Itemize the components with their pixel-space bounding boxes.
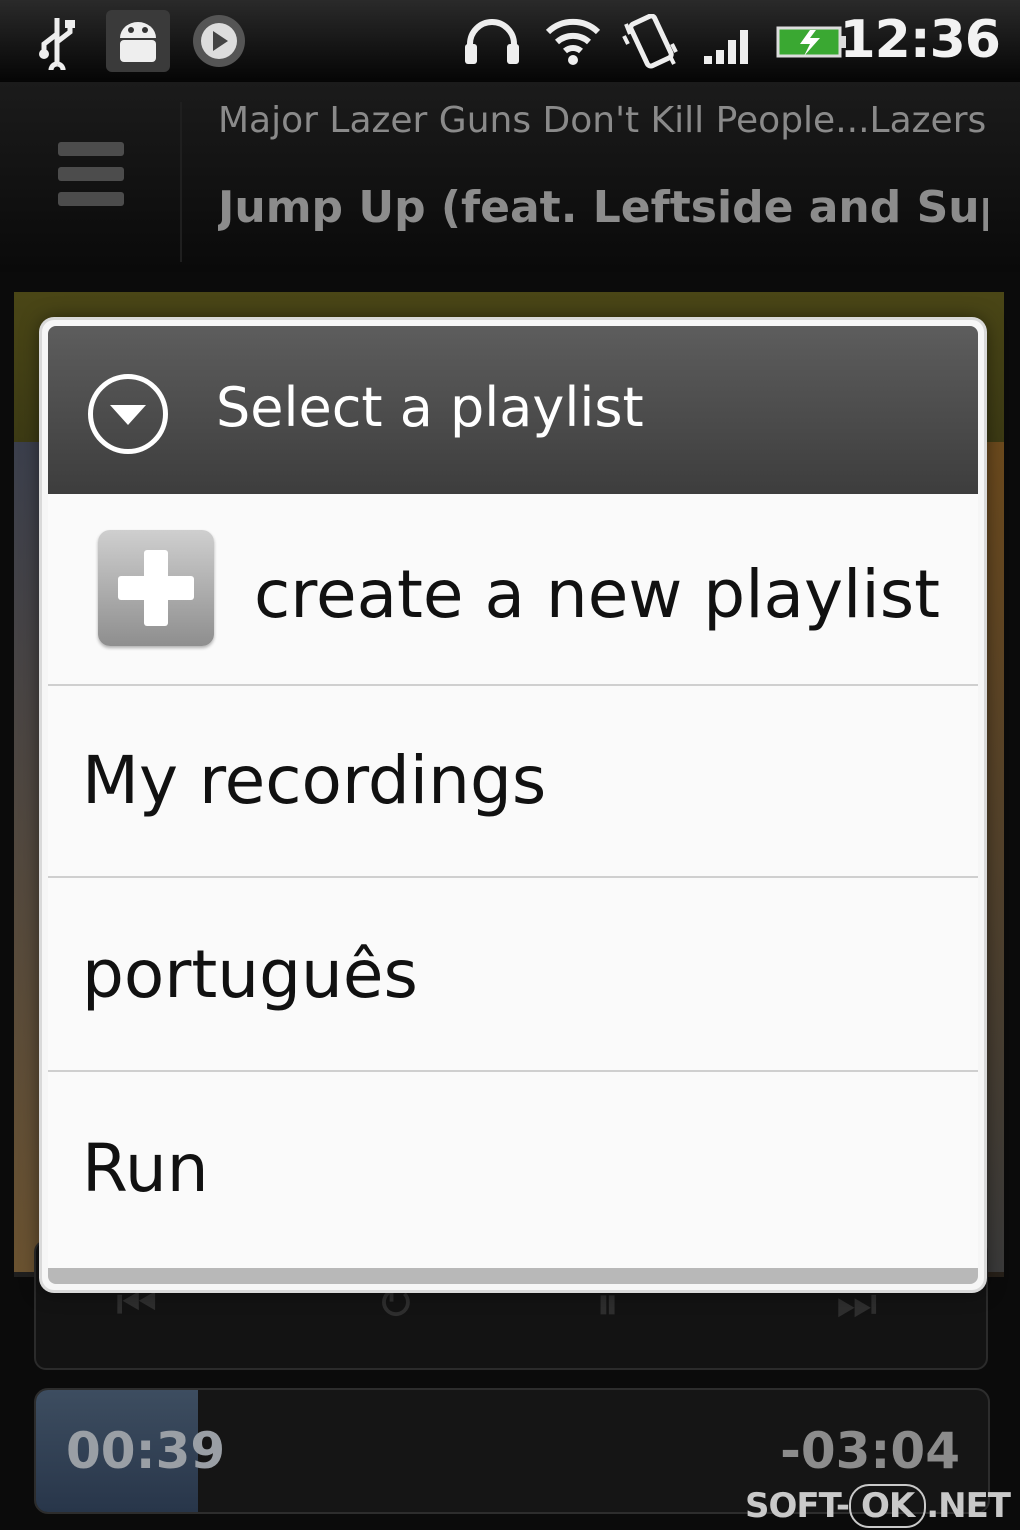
time-remaining: -03:04 bbox=[780, 1422, 960, 1480]
signal-icon bbox=[704, 30, 748, 64]
playlist-item[interactable]: português bbox=[48, 880, 978, 1072]
menu-icon[interactable] bbox=[58, 142, 124, 206]
status-bar: 12:36 bbox=[0, 0, 1020, 82]
playlist-label: Run bbox=[82, 1130, 209, 1207]
usb-icon bbox=[39, 18, 75, 70]
header-divider bbox=[180, 102, 182, 262]
vibrate-icon bbox=[622, 14, 678, 69]
headphones-icon bbox=[465, 19, 519, 64]
playlist-list: create a new playlist My recordings port… bbox=[48, 494, 978, 1268]
add-icon bbox=[98, 530, 214, 646]
dialog-footer bbox=[48, 1268, 978, 1284]
watermark: SOFT- OK .NET bbox=[745, 1484, 1011, 1528]
playlist-item[interactable]: My recordings bbox=[48, 686, 978, 878]
now-playing-title: Jump Up (feat. Leftside and Supahype) bbox=[218, 182, 988, 233]
playlist-label: português bbox=[82, 936, 418, 1013]
battery-charging-icon bbox=[776, 26, 846, 58]
wifi-icon bbox=[545, 18, 601, 65]
dropdown-circle-icon bbox=[88, 374, 168, 454]
now-playing-header: Major Lazer Guns Don't Kill People...Laz… bbox=[0, 82, 1020, 272]
time-elapsed: 00:39 bbox=[66, 1422, 226, 1480]
select-playlist-dialog: Select a playlist create a new playlist … bbox=[42, 320, 984, 1290]
create-playlist-label: create a new playlist bbox=[254, 556, 940, 633]
create-playlist-item[interactable]: create a new playlist bbox=[48, 494, 978, 686]
dialog-title: Select a playlist bbox=[216, 376, 644, 439]
clock: 12:36 bbox=[839, 10, 1001, 70]
playlist-item[interactable]: Run bbox=[48, 1074, 978, 1266]
android-debug-icon bbox=[106, 10, 170, 72]
play-notification-icon bbox=[193, 15, 245, 67]
now-playing-artist-album: Major Lazer Guns Don't Kill People...Laz… bbox=[218, 100, 988, 141]
playlist-label: My recordings bbox=[82, 742, 547, 819]
dialog-header: Select a playlist bbox=[48, 326, 978, 494]
